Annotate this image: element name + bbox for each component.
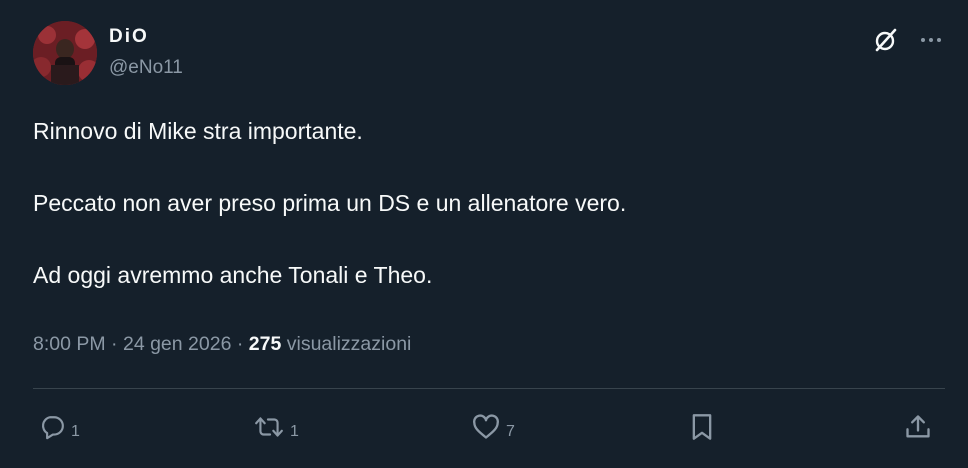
bookmark-icon (690, 413, 714, 446)
more-icon[interactable] (916, 26, 946, 54)
tweet-paragraph: Rinnovo di Mike stra importante. (33, 118, 363, 144)
tweet-paragraph: Ad oggi avremmo anche Tonali e Theo. (33, 262, 433, 288)
share-icon (904, 413, 932, 446)
tweet-meta: 8:00 PM · 24 gen 2026 · 275 visualizzazi… (33, 332, 411, 356)
like-count: 7 (506, 423, 515, 440)
like-button[interactable]: 7 (472, 412, 515, 446)
tweet-card[interactable]: DiO @eNo11 Rinnovo di Mike stra importan… (0, 0, 968, 468)
user-handle[interactable]: @eNo11 (109, 57, 183, 79)
retweet-icon (254, 414, 284, 445)
reply-count: 1 (71, 423, 80, 440)
retweet-button[interactable]: 1 (254, 412, 299, 446)
grok-icon[interactable] (870, 26, 902, 54)
views-label: visualizzazioni (286, 333, 412, 355)
display-name[interactable]: DiO (109, 26, 149, 48)
bookmark-button[interactable] (690, 412, 714, 446)
avatar[interactable] (33, 21, 97, 85)
meta-separator: · (236, 333, 244, 355)
views-count: 275 (248, 333, 282, 355)
share-button[interactable] (904, 412, 932, 446)
tweet-text: Rinnovo di Mike stra importante. Peccato… (33, 113, 933, 329)
reply-icon (39, 414, 65, 445)
tweet-time[interactable]: 8:00 PM (33, 333, 106, 355)
heart-icon (472, 413, 500, 445)
retweet-count: 1 (290, 423, 299, 440)
divider (33, 388, 945, 389)
tweet-date[interactable]: 24 gen 2026 (123, 333, 231, 355)
tweet-paragraph: Peccato non aver preso prima un DS e un … (33, 190, 627, 216)
reply-button[interactable]: 1 (39, 412, 80, 446)
meta-separator: · (111, 333, 118, 355)
